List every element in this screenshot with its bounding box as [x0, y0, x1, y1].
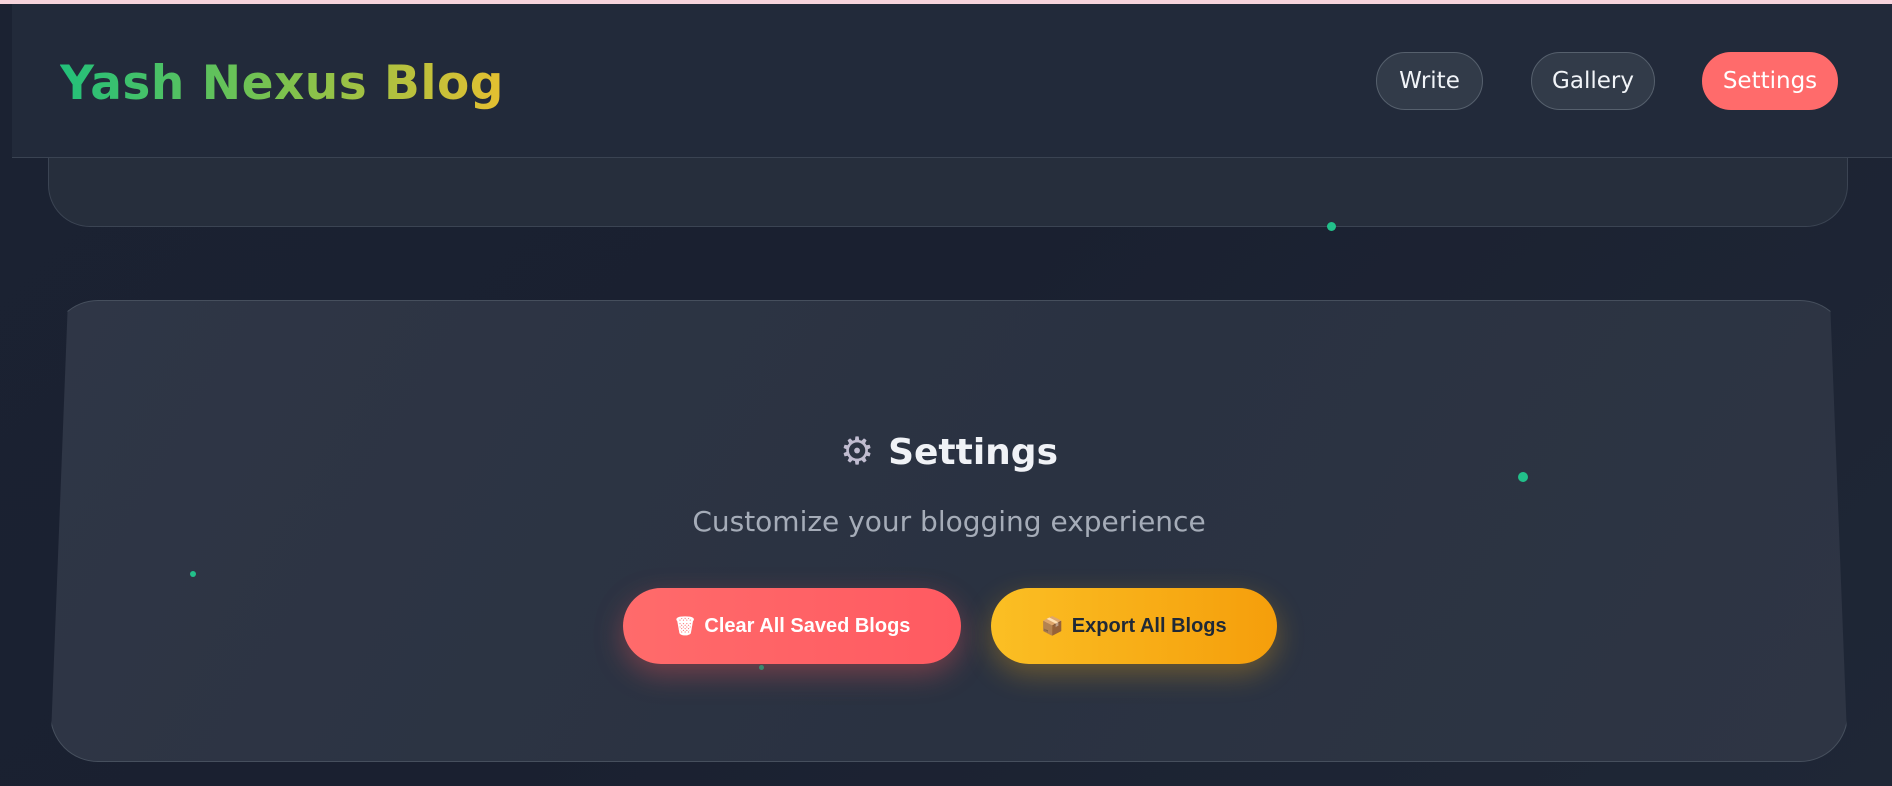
settings-subtitle: Customize your blogging experience	[692, 505, 1206, 538]
trash-icon: 🗑	[673, 615, 697, 636]
package-icon: 📦	[1041, 615, 1064, 636]
gear-icon: ⚙	[839, 429, 875, 473]
brand-logo[interactable]: Yash Nexus Blog	[60, 56, 504, 111]
nav-gallery-button[interactable]: Gallery	[1531, 52, 1655, 110]
floating-particle	[1327, 222, 1336, 231]
clear-button-label: Clear All Saved Blogs	[704, 614, 911, 637]
site-header: Yash Nexus Blog Write Gallery Settings	[12, 4, 1892, 158]
clear-saved-blogs-button[interactable]: 🗑 Clear All Saved Blogs	[623, 588, 961, 664]
settings-heading: ⚙ Settings	[51, 429, 1847, 473]
floating-particle	[1518, 472, 1528, 482]
nav-settings-button[interactable]: Settings	[1702, 52, 1838, 110]
floating-particle	[759, 665, 764, 670]
floating-particle	[190, 571, 196, 577]
settings-card: ⚙ Settings Customize your blogging experi…	[50, 300, 1848, 762]
settings-title-text: Settings	[888, 432, 1058, 473]
export-button-label: Export All Blogs	[1071, 614, 1227, 637]
nav-write-button[interactable]: Write	[1376, 52, 1483, 110]
export-all-blogs-button[interactable]: 📦 Export All Blogs	[991, 588, 1277, 664]
